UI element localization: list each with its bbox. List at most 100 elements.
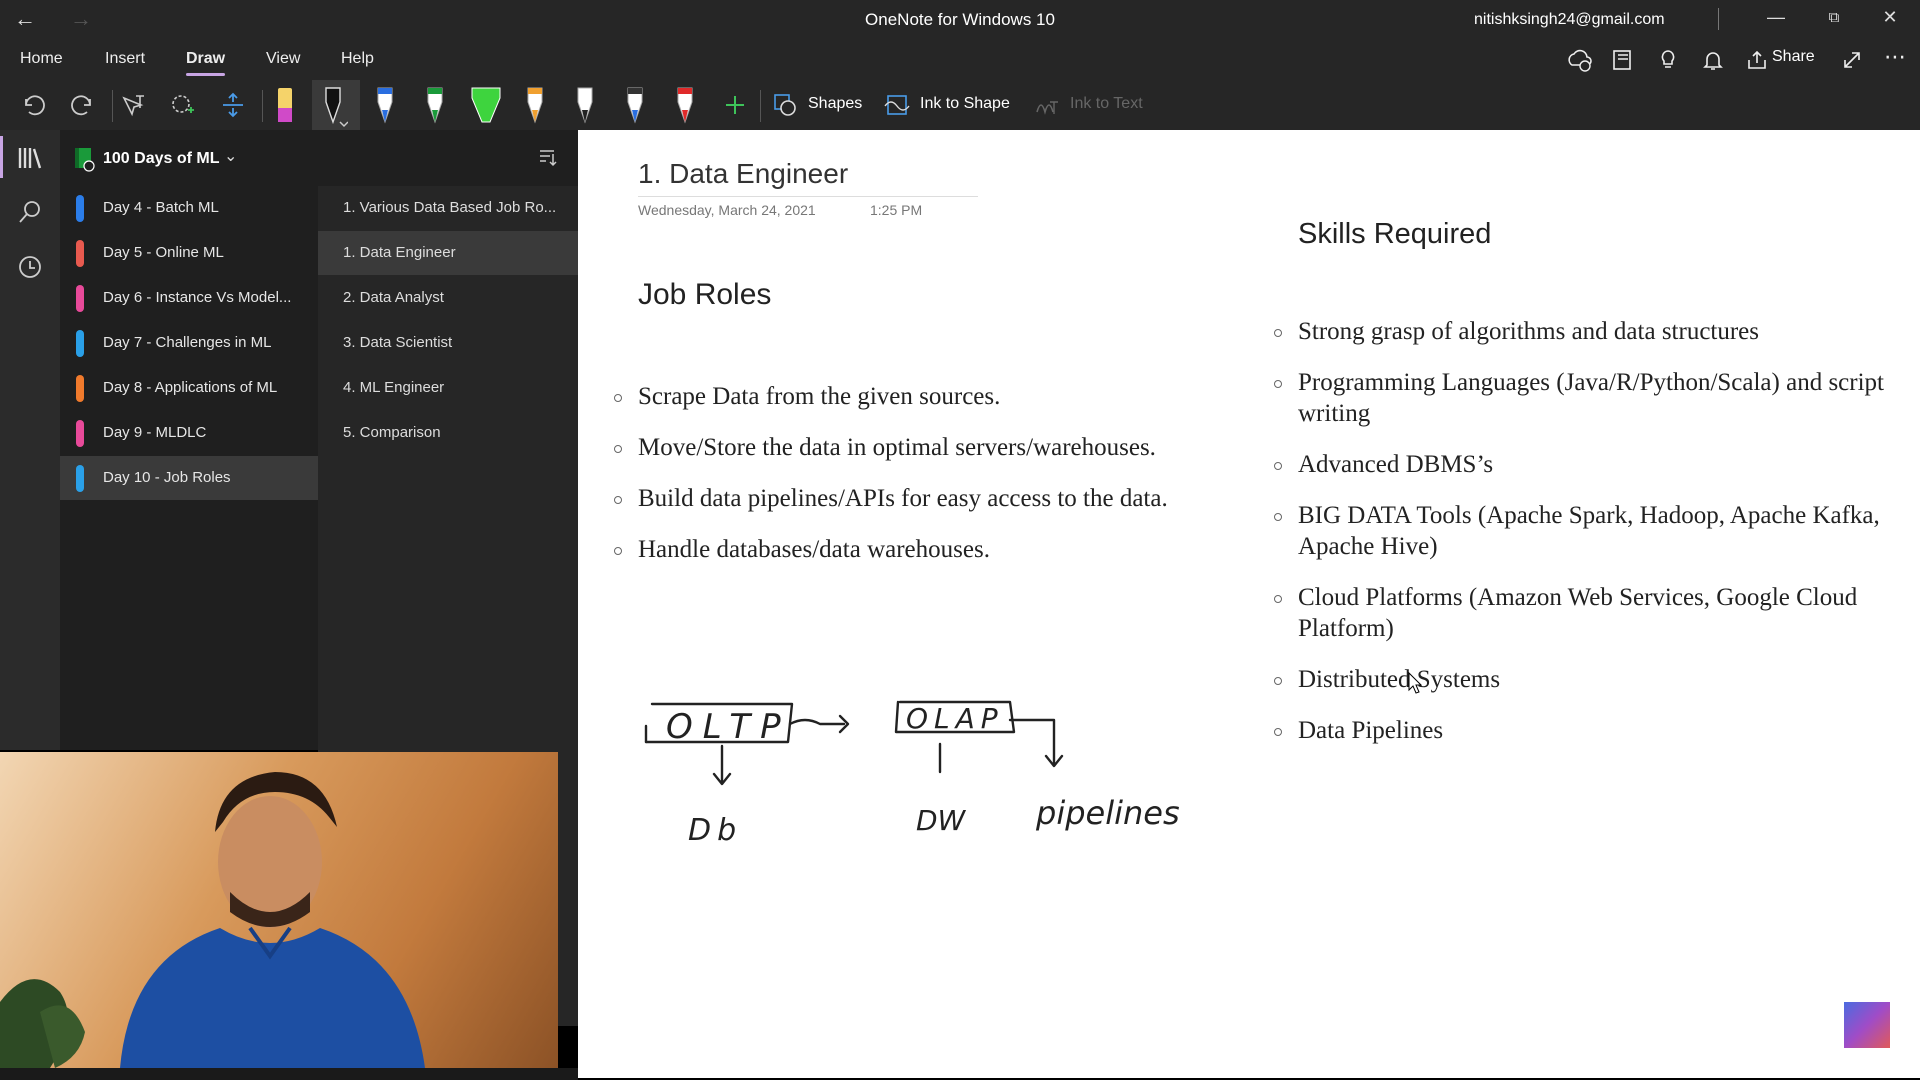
ink-olap: OLAP bbox=[906, 702, 1004, 735]
oltp-to-olap-arrow bbox=[788, 718, 846, 726]
black-pen-tool[interactable] bbox=[318, 84, 348, 128]
share-button[interactable]: Share bbox=[1772, 48, 1815, 66]
share-icon[interactable] bbox=[1745, 48, 1769, 72]
restore-icon[interactable]: ⧉ bbox=[1816, 9, 1852, 26]
lasso-select-icon[interactable] bbox=[168, 90, 198, 120]
page-label: 2. Data Analyst bbox=[343, 289, 444, 306]
presenter-image bbox=[0, 772, 425, 1068]
page-item[interactable]: 5. Comparison bbox=[318, 411, 578, 455]
search-icon[interactable] bbox=[15, 197, 45, 227]
section-color-tab bbox=[76, 465, 84, 492]
page-item[interactable]: 1. Various Data Based Job Ro... bbox=[318, 186, 578, 230]
webcam-video bbox=[0, 752, 558, 1068]
redo-icon[interactable] bbox=[68, 90, 98, 120]
eraser-pen-tool[interactable] bbox=[270, 84, 300, 128]
green-highlighter-tool[interactable] bbox=[468, 84, 504, 128]
draw-toolbar: Shapes Ink to Shape Ink to Text bbox=[0, 80, 1920, 130]
type-select-icon[interactable] bbox=[118, 90, 148, 120]
mouse-cursor-icon bbox=[1408, 672, 1422, 694]
tab-insert[interactable]: Insert bbox=[105, 50, 145, 68]
dark-pen-tool[interactable] bbox=[620, 84, 650, 128]
list-item[interactable]: Build data pipelines/APIs for easy acces… bbox=[614, 483, 1198, 514]
notebook-name[interactable]: 100 Days of ML bbox=[103, 150, 219, 168]
immersive-reader-icon[interactable] bbox=[1611, 48, 1635, 72]
recent-notes-icon[interactable] bbox=[15, 252, 45, 282]
page-item[interactable]: 1. Data Engineer bbox=[318, 231, 578, 275]
page-label: 5. Comparison bbox=[343, 424, 441, 441]
title-bar: ← → OneNote for Windows 10 nitishksingh2… bbox=[0, 0, 1920, 40]
tab-home[interactable]: Home bbox=[20, 50, 63, 68]
tab-view[interactable]: View bbox=[266, 50, 300, 68]
green-pen-tool[interactable] bbox=[420, 84, 450, 128]
ink-to-shape-button[interactable]: Ink to Shape bbox=[920, 95, 1010, 113]
oltp-down-arrow bbox=[712, 744, 732, 786]
more-options-icon[interactable]: ⋯ bbox=[1884, 44, 1906, 70]
list-item[interactable]: Cloud Platforms (Amazon Web Services, Go… bbox=[1274, 582, 1898, 644]
chevron-down-icon[interactable]: ⌄ bbox=[224, 146, 237, 166]
floating-thumbnail-icon[interactable] bbox=[1842, 1000, 1892, 1050]
ink-diagram[interactable]: OLTP OLAP Db DW pipelines bbox=[630, 690, 1210, 860]
section-color-tab bbox=[76, 420, 84, 447]
rail-selected-indicator bbox=[0, 136, 3, 178]
add-pen-icon[interactable] bbox=[720, 90, 750, 120]
list-item[interactable]: Move/Store the data in optimal servers/w… bbox=[614, 432, 1198, 463]
red-pen-tool[interactable] bbox=[670, 84, 700, 128]
page-label: 3. Data Scientist bbox=[343, 334, 453, 351]
close-icon[interactable]: ✕ bbox=[1872, 7, 1908, 28]
account-email[interactable]: nitishksingh24@gmail.com bbox=[1474, 11, 1665, 29]
page-item[interactable]: 3. Data Scientist bbox=[318, 321, 578, 365]
list-item[interactable]: Scrape Data from the given sources. bbox=[614, 381, 1198, 412]
page-label: 4. ML Engineer bbox=[343, 379, 445, 396]
orange-pen-tool[interactable] bbox=[520, 84, 550, 128]
black-pencil-tool[interactable] bbox=[570, 84, 600, 128]
section-day-5[interactable]: Day 5 - Online ML bbox=[60, 231, 318, 275]
list-item[interactable]: Strong grasp of algorithms and data stru… bbox=[1274, 316, 1898, 347]
list-item[interactable]: Programming Languages (Java/R/Python/Sca… bbox=[1274, 367, 1898, 429]
blue-pen-tool[interactable] bbox=[370, 84, 400, 128]
section-label: Day 4 - Batch ML bbox=[103, 199, 219, 216]
list-item[interactable]: Distributed Systems bbox=[1274, 664, 1898, 695]
job-roles-list[interactable]: Scrape Data from the given sources. Move… bbox=[614, 381, 1198, 585]
section-day-4[interactable]: Day 4 - Batch ML bbox=[60, 186, 318, 230]
page-item[interactable]: 2. Data Analyst bbox=[318, 276, 578, 320]
list-item[interactable]: Data Pipelines bbox=[1274, 715, 1898, 746]
tab-help[interactable]: Help bbox=[341, 50, 374, 68]
ribbon-tabs: Home Insert Draw View Help Share ⋯ bbox=[0, 40, 1920, 80]
shapes-button[interactable]: Shapes bbox=[808, 95, 862, 113]
ink-to-shape-icon[interactable] bbox=[882, 90, 912, 120]
page-label: 1. Data Engineer bbox=[343, 244, 456, 261]
toolbar-separator bbox=[262, 90, 263, 122]
ink-to-text-button[interactable]: Ink to Text bbox=[1070, 95, 1143, 113]
shapes-icon[interactable] bbox=[770, 90, 800, 120]
skills-heading[interactable]: Skills Required bbox=[1298, 218, 1491, 251]
list-item[interactable]: Advanced DBMS’s bbox=[1274, 449, 1898, 480]
page-item[interactable]: 4. ML Engineer bbox=[318, 366, 578, 410]
minimize-icon[interactable]: — bbox=[1758, 7, 1794, 28]
ink-to-text-icon[interactable] bbox=[1032, 90, 1062, 120]
undo-icon[interactable] bbox=[18, 90, 48, 120]
page-title[interactable]: 1. Data Engineer bbox=[638, 158, 848, 190]
section-label: Day 8 - Applications of ML bbox=[103, 379, 278, 396]
sync-status-icon[interactable] bbox=[1566, 48, 1592, 74]
section-label: Day 9 - MLDLC bbox=[103, 424, 207, 441]
list-item[interactable]: Handle databases/data warehouses. bbox=[614, 534, 1198, 565]
list-item[interactable]: BIG DATA Tools (Apache Spark, Hadoop, Ap… bbox=[1274, 500, 1898, 562]
sort-pages-icon[interactable] bbox=[536, 146, 558, 168]
tab-draw[interactable]: Draw bbox=[186, 50, 226, 76]
notebooks-icon[interactable] bbox=[15, 143, 45, 173]
section-day-10[interactable]: Day 10 - Job Roles bbox=[60, 456, 318, 500]
job-roles-heading[interactable]: Job Roles bbox=[638, 278, 771, 312]
section-day-7[interactable]: Day 7 - Challenges in ML bbox=[60, 321, 318, 365]
page-time: 1:25 PM bbox=[870, 202, 923, 218]
page-date: Wednesday, March 24, 2021 bbox=[638, 202, 816, 218]
ink-oltp: OLTP bbox=[666, 707, 791, 747]
section-day-6[interactable]: Day 6 - Instance Vs Model... bbox=[60, 276, 318, 320]
notebook-icon bbox=[75, 148, 95, 172]
full-screen-icon[interactable] bbox=[1840, 48, 1864, 72]
notifications-bell-icon[interactable] bbox=[1701, 48, 1725, 72]
section-day-9[interactable]: Day 9 - MLDLC bbox=[60, 411, 318, 455]
add-space-icon[interactable] bbox=[218, 90, 248, 120]
section-day-8[interactable]: Day 8 - Applications of ML bbox=[60, 366, 318, 410]
tell-me-lightbulb-icon[interactable] bbox=[1656, 48, 1680, 72]
skills-list[interactable]: Strong grasp of algorithms and data stru… bbox=[1274, 316, 1898, 766]
